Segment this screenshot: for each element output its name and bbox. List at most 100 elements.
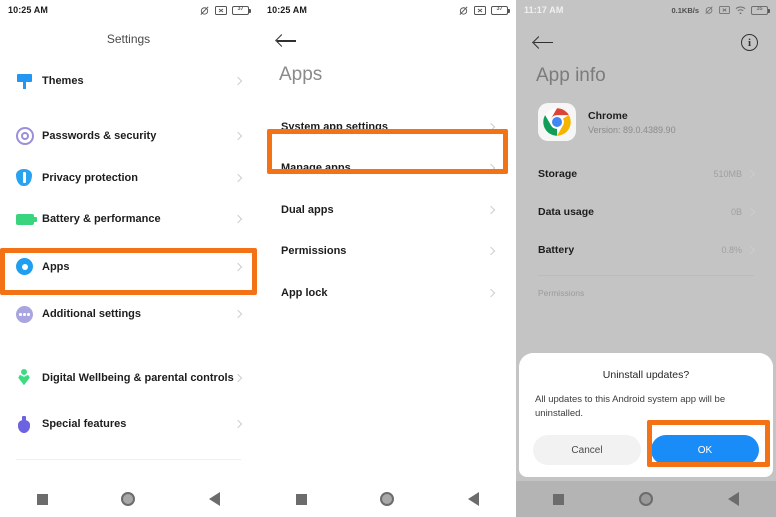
settings-item-passwords-security[interactable]: Passwords & security <box>0 116 257 158</box>
chevron-right-icon <box>233 215 243 224</box>
app-info-rows: Storage 510MB Data usage 0B Battery 0.8% <box>516 155 776 269</box>
dialog-title: Uninstall updates? <box>602 369 690 382</box>
chevron-right-icon <box>233 310 243 319</box>
apps-item-system-app-settings[interactable]: System app settings <box>259 106 516 148</box>
status-time: 11:17 AM <box>524 5 564 15</box>
row-label: Battery <box>538 244 575 256</box>
settings-item-label: Apps <box>42 260 70 273</box>
section-divider <box>538 275 754 276</box>
settings-item-label: Themes <box>42 74 84 87</box>
app-bar: i <box>516 20 776 51</box>
apps-item-label: Manage apps <box>281 162 351 175</box>
alarm-off-icon <box>705 6 713 15</box>
chevron-right-icon <box>233 420 243 429</box>
app-name: Chrome <box>588 109 628 122</box>
paint-roller-icon <box>16 72 42 90</box>
apps-item-permissions[interactable]: Permissions <box>259 231 516 273</box>
back-arrow-icon[interactable] <box>277 34 296 48</box>
row-value: 0B <box>730 207 742 217</box>
screenshot-strip: 10:25 AM 37 Settings Themes Passwords & … <box>0 0 776 517</box>
apps-item-label: Permissions <box>281 245 347 258</box>
app-meta: Chrome Version: 89.0.4389.90 <box>588 110 676 135</box>
chevron-right-icon <box>233 132 243 141</box>
status-icon-group: 37 <box>199 5 251 16</box>
back-arrow-icon[interactable] <box>534 36 553 50</box>
shield-icon <box>16 169 42 187</box>
navigation-bar <box>259 481 516 517</box>
info-icon[interactable]: i <box>741 34 758 51</box>
page-title: Apps <box>279 64 323 85</box>
settings-item-label: Privacy protection <box>42 171 138 184</box>
recents-button-icon[interactable] <box>553 493 565 505</box>
chevron-right-icon <box>746 169 756 179</box>
battery-icon <box>16 213 42 225</box>
page-title: App info <box>536 65 606 86</box>
back-button-icon[interactable] <box>209 492 221 506</box>
apps-item-label: App lock <box>281 286 328 299</box>
app-info-row-storage[interactable]: Storage 510MB <box>516 155 776 193</box>
status-bar: 10:25 AM 37 <box>259 0 516 20</box>
section-label-permissions: Permissions <box>538 288 585 298</box>
row-label: Storage <box>538 168 578 180</box>
chevron-right-icon <box>233 76 243 85</box>
app-info-row-data-usage[interactable]: Data usage 0B <box>516 193 776 231</box>
apps-list: System app settings Manage apps Dual app… <box>259 106 516 314</box>
home-button-icon[interactable] <box>380 492 395 506</box>
status-time: 10:25 AM <box>8 5 48 15</box>
chrome-logo-icon <box>543 108 571 136</box>
back-button-icon[interactable] <box>727 492 739 506</box>
settings-item-battery-performance[interactable]: Battery & performance <box>0 199 257 241</box>
app-version: Version: 89.0.4389.90 <box>588 124 676 135</box>
chevron-right-icon <box>486 122 496 131</box>
chevron-right-icon <box>746 207 756 217</box>
apps-item-app-lock[interactable]: App lock <box>259 272 516 314</box>
row-value: 0.8% <box>721 245 742 255</box>
page-title: Settings <box>106 32 151 46</box>
chevron-right-icon <box>233 262 243 271</box>
row-value: 510MB <box>713 169 742 179</box>
app-header: Chrome Version: 89.0.4389.90 <box>516 93 776 145</box>
row-label: Data usage <box>538 206 595 218</box>
settings-item-apps[interactable]: Apps <box>0 246 257 288</box>
settings-item-label: Passwords & security <box>42 130 157 143</box>
settings-item-themes[interactable]: Themes <box>0 60 257 102</box>
home-button-icon[interactable] <box>638 492 653 506</box>
settings-item-privacy-protection[interactable]: Privacy protection <box>0 157 257 199</box>
app-info-row-battery[interactable]: Battery 0.8% <box>516 231 776 269</box>
no-sim-icon <box>719 6 730 14</box>
wifi-icon <box>735 6 746 14</box>
settings-item-additional-settings[interactable]: Additional settings <box>0 294 257 336</box>
home-button-icon[interactable] <box>121 492 136 506</box>
chrome-icon <box>538 103 576 141</box>
status-bar: 11:17 AM 0.1KB/s 35 <box>516 0 776 20</box>
ok-button[interactable]: OK <box>651 435 759 465</box>
cancel-button[interactable]: Cancel <box>533 435 641 465</box>
back-button-icon[interactable] <box>468 492 480 506</box>
dialog-actions: Cancel OK <box>533 435 759 465</box>
battery-icon: 37 <box>232 5 251 15</box>
navigation-bar <box>516 481 776 517</box>
chevron-right-icon <box>233 173 243 182</box>
recents-button-icon[interactable] <box>36 493 48 505</box>
uninstall-updates-dialog: Uninstall updates? All updates to this A… <box>519 353 773 477</box>
navigation-bar <box>0 481 257 517</box>
apps-item-manage-apps[interactable]: Manage apps <box>259 148 516 190</box>
settings-list: Themes Passwords & security Privacy prot… <box>0 60 257 516</box>
gear-icon <box>16 258 42 276</box>
no-sim-icon <box>474 5 486 15</box>
status-time: 10:25 AM <box>267 5 307 15</box>
phone-screen-settings: 10:25 AM 37 Settings Themes Passwords & … <box>0 0 257 517</box>
more-dots-icon <box>16 305 42 323</box>
apps-item-dual-apps[interactable]: Dual apps <box>259 189 516 231</box>
settings-item-special-features[interactable]: Special features <box>0 404 257 446</box>
recents-button-icon[interactable] <box>295 493 307 505</box>
alarm-off-icon <box>459 6 468 15</box>
fingerprint-icon <box>16 127 42 146</box>
status-icon-group: 37 <box>458 5 510 16</box>
status-icon-group: 0.1KB/s 35 <box>671 5 770 15</box>
chevron-right-icon <box>486 247 496 256</box>
settings-item-digital-wellbeing[interactable]: Digital Wellbeing & parental controls <box>0 357 257 399</box>
chevron-right-icon <box>486 164 496 173</box>
settings-item-label: Special features <box>42 418 127 431</box>
chevron-right-icon <box>233 373 243 382</box>
